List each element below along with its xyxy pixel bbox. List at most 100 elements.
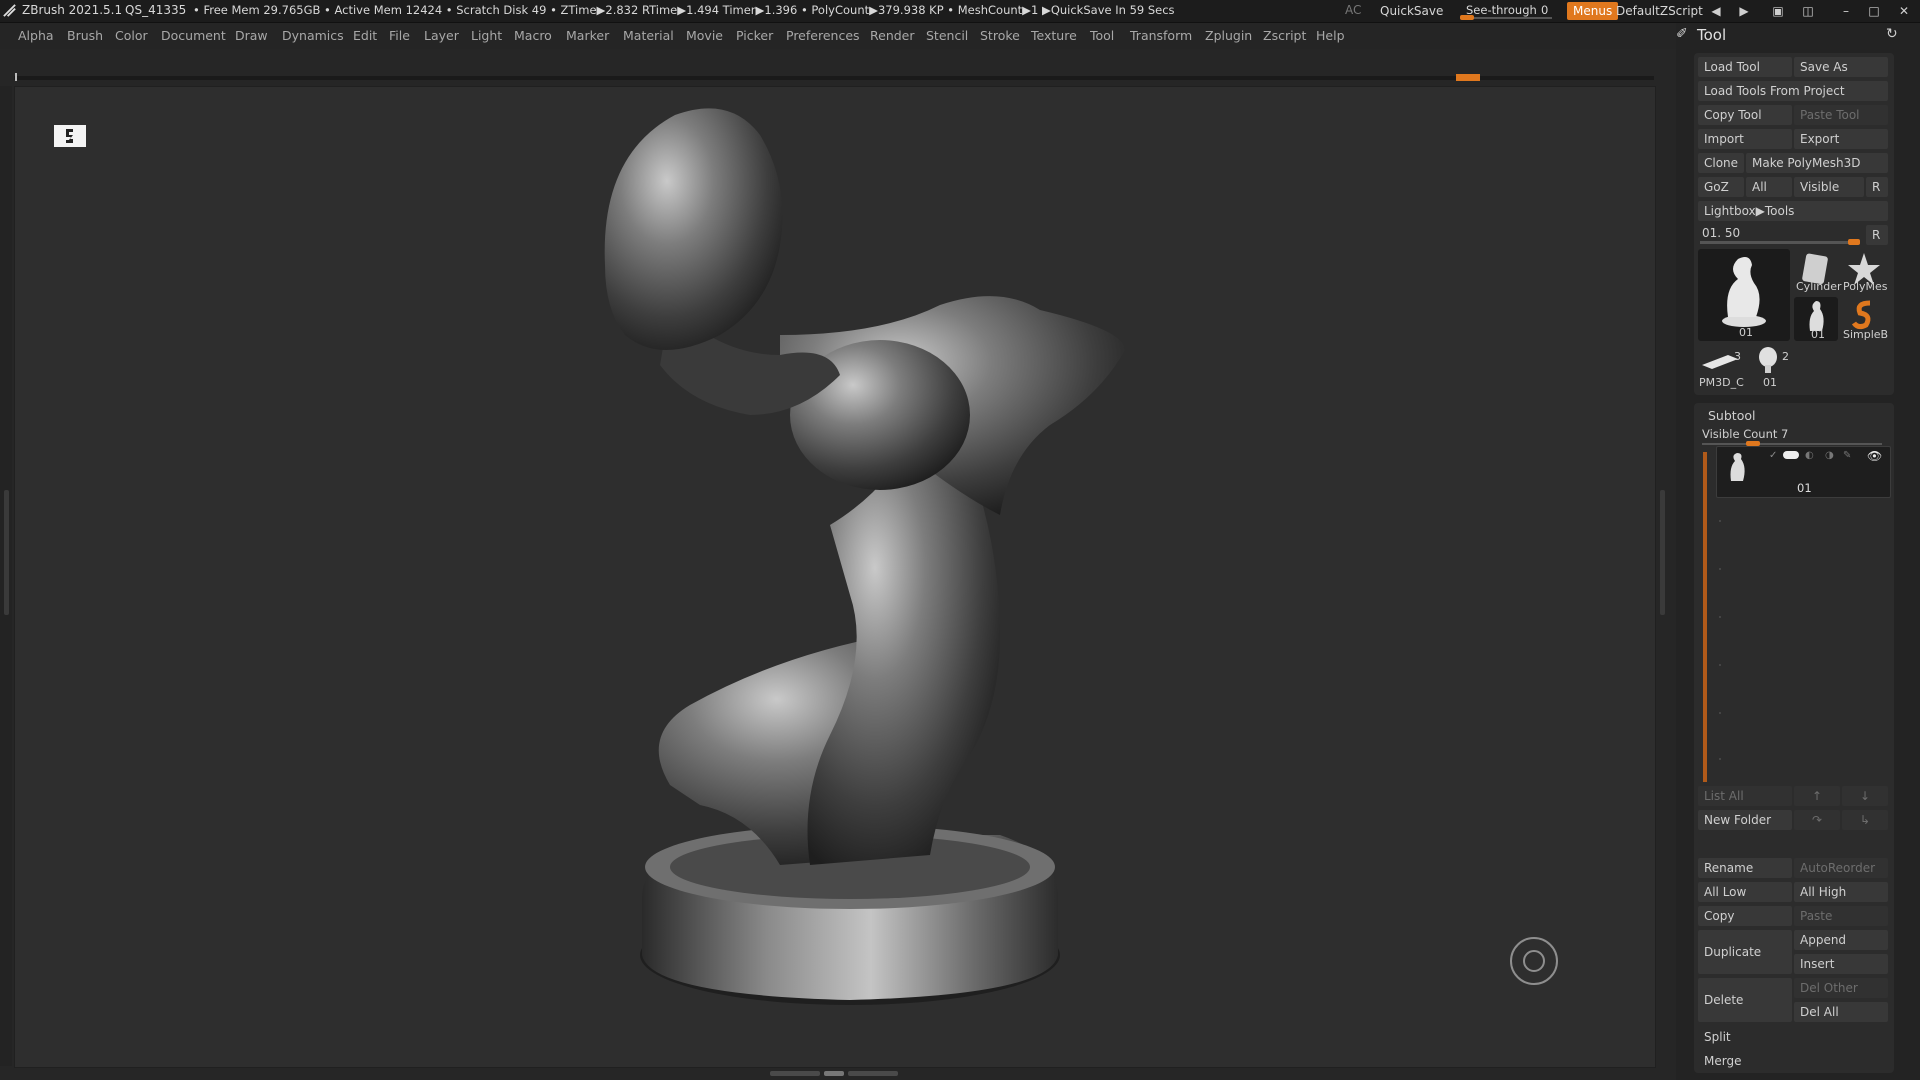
merge-submenu[interactable]: Merge xyxy=(1704,1054,1741,1068)
visible-count-slider[interactable] xyxy=(1702,443,1882,445)
tool-slider[interactable] xyxy=(1700,241,1860,244)
subtool-visibility-icon[interactable]: 👁 xyxy=(1867,449,1882,463)
move-folder-down-icon[interactable]: ↳ xyxy=(1842,810,1888,830)
menu-stroke[interactable]: Stroke xyxy=(980,28,1020,43)
menu-dynamics[interactable]: Dynamics xyxy=(282,28,344,43)
menu-zplugin[interactable]: Zplugin xyxy=(1205,28,1252,43)
goz-r-button[interactable]: R xyxy=(1866,177,1888,197)
menu-stencil[interactable]: Stencil xyxy=(926,28,968,43)
load-tools-from-project-button[interactable]: Load Tools From Project xyxy=(1698,81,1888,101)
menu-draw[interactable]: Draw xyxy=(235,28,268,43)
layout-icon[interactable]: ▣ xyxy=(1770,3,1786,19)
copy-subtool-button[interactable]: Copy xyxy=(1698,906,1792,926)
copy-tool-button[interactable]: Copy Tool xyxy=(1698,105,1792,125)
close-icon[interactable]: ✕ xyxy=(1896,3,1912,19)
menu-document[interactable]: Document xyxy=(161,28,226,43)
menu-tool[interactable]: Tool xyxy=(1090,28,1114,43)
menu-brush[interactable]: Brush xyxy=(67,28,103,43)
list-all-button[interactable]: List All xyxy=(1698,786,1792,806)
expand-ui-icon[interactable]: ▶ xyxy=(1736,3,1752,19)
duplicate-button[interactable]: Duplicate xyxy=(1698,930,1792,974)
menu-render[interactable]: Render xyxy=(870,28,915,43)
menu-transform[interactable]: Transform xyxy=(1130,28,1192,43)
subtool-brush-icon[interactable]: ✓ xyxy=(1769,450,1777,461)
move-down-arrow-icon[interactable]: ↓ xyxy=(1842,786,1888,806)
menu-alpha[interactable]: Alpha xyxy=(18,28,54,43)
bottom-tray-toggle[interactable] xyxy=(770,1071,900,1077)
ac-label[interactable]: AC xyxy=(1345,3,1361,17)
stats-readout: • Free Mem 29.765GB • Active Mem 12424 •… xyxy=(193,3,1175,17)
subtool-item[interactable]: ✓ ◐ ◑ ✎ 👁 01 xyxy=(1716,446,1891,498)
menu-bar: Alpha Brush Color Document Draw Dynamics… xyxy=(0,23,1680,49)
paste-tool-button[interactable]: Paste Tool xyxy=(1794,105,1888,125)
zbrush-logo-icon xyxy=(3,4,16,17)
tool-slider-label: 01. 50 xyxy=(1702,226,1741,240)
del-other-button[interactable]: Del Other xyxy=(1794,978,1888,998)
menu-layer[interactable]: Layer xyxy=(424,28,459,43)
sculpt-mesh[interactable] xyxy=(580,95,1160,1015)
menu-zscript[interactable]: Zscript xyxy=(1263,28,1306,43)
clone-button[interactable]: Clone xyxy=(1698,153,1744,173)
lightbox-tools-button[interactable]: Lightbox▶Tools xyxy=(1698,201,1888,221)
move-up-arrow-icon[interactable]: ↑ xyxy=(1794,786,1840,806)
tool-slider-r-button[interactable]: R xyxy=(1866,225,1888,245)
goz-button[interactable]: GoZ xyxy=(1698,177,1744,197)
seethrough-slider-knob[interactable] xyxy=(1460,15,1474,20)
goz-visible-button[interactable]: Visible xyxy=(1794,177,1864,197)
tool-palette-title: Tool xyxy=(1697,26,1727,44)
save-as-button[interactable]: Save As xyxy=(1794,57,1888,77)
move-folder-up-icon[interactable]: ↷ xyxy=(1794,810,1840,830)
goz-all-button[interactable]: All xyxy=(1746,177,1792,197)
menu-edit[interactable]: Edit xyxy=(353,28,377,43)
rename-button[interactable]: Rename xyxy=(1698,858,1792,878)
menu-texture[interactable]: Texture xyxy=(1031,28,1077,43)
subtool-name: 01 xyxy=(1797,481,1812,495)
subtool-scrollbar[interactable] xyxy=(1703,452,1707,782)
tool-slider-knob[interactable] xyxy=(1848,239,1860,245)
new-folder-button[interactable]: New Folder xyxy=(1698,810,1792,830)
subtool-dynamics-icon[interactable]: ◐ xyxy=(1805,450,1814,461)
split-submenu[interactable]: Split xyxy=(1704,1030,1731,1044)
menu-movie[interactable]: Movie xyxy=(686,28,723,43)
menu-help[interactable]: Help xyxy=(1316,28,1345,43)
subtool-folder-icon[interactable]: ◑ xyxy=(1825,450,1834,461)
current-tool-caption: 01 xyxy=(1739,326,1753,339)
del-all-button[interactable]: Del All xyxy=(1794,1002,1888,1022)
autoreorder-button[interactable]: AutoReorder xyxy=(1794,858,1888,878)
left-tray-toggle[interactable] xyxy=(4,490,9,615)
menu-marker[interactable]: Marker xyxy=(566,28,609,43)
subtool-edit-icon[interactable]: ✎ xyxy=(1843,450,1851,461)
navigation-gizmo[interactable] xyxy=(1510,937,1558,985)
right-tray-toggle[interactable] xyxy=(1660,490,1665,615)
menu-light[interactable]: Light xyxy=(471,28,502,43)
menu-file[interactable]: File xyxy=(389,28,410,43)
minimize-icon[interactable]: – xyxy=(1838,3,1854,19)
pin-icon[interactable]: ✐ xyxy=(1676,26,1688,42)
subtool-thumbnail-icon xyxy=(1730,453,1745,481)
delete-button[interactable]: Delete xyxy=(1698,978,1792,1022)
subtool-polypaint-toggle[interactable] xyxy=(1783,451,1799,459)
make-polymesh3d-button[interactable]: Make PolyMesh3D xyxy=(1746,153,1888,173)
subtool-title[interactable]: Subtool xyxy=(1708,408,1755,423)
all-low-button[interactable]: All Low xyxy=(1698,882,1792,902)
timeline-track[interactable] xyxy=(14,76,1654,80)
append-button[interactable]: Append xyxy=(1794,930,1888,950)
export-button[interactable]: Export xyxy=(1794,129,1888,149)
insert-button[interactable]: Insert xyxy=(1794,954,1888,974)
script-selector[interactable]: DefaultZScript xyxy=(1610,2,1709,20)
refresh-icon[interactable]: ↻ xyxy=(1886,26,1898,42)
maximize-icon[interactable]: □ xyxy=(1866,3,1882,19)
menu-preferences[interactable]: Preferences xyxy=(786,28,860,43)
menu-macro[interactable]: Macro xyxy=(514,28,552,43)
import-button[interactable]: Import xyxy=(1698,129,1792,149)
menu-material[interactable]: Material xyxy=(623,28,674,43)
all-high-button[interactable]: All High xyxy=(1794,882,1888,902)
quicksave-button[interactable]: QuickSave xyxy=(1374,2,1449,20)
restore-layout-icon[interactable]: ◫ xyxy=(1800,3,1816,19)
menu-picker[interactable]: Picker xyxy=(736,28,773,43)
paste-subtool-button[interactable]: Paste xyxy=(1794,906,1888,926)
load-tool-button[interactable]: Load Tool xyxy=(1698,57,1792,77)
timeline-marker[interactable] xyxy=(1456,74,1480,81)
menu-color[interactable]: Color xyxy=(115,28,148,43)
shrink-ui-icon[interactable]: ◀ xyxy=(1708,3,1724,19)
